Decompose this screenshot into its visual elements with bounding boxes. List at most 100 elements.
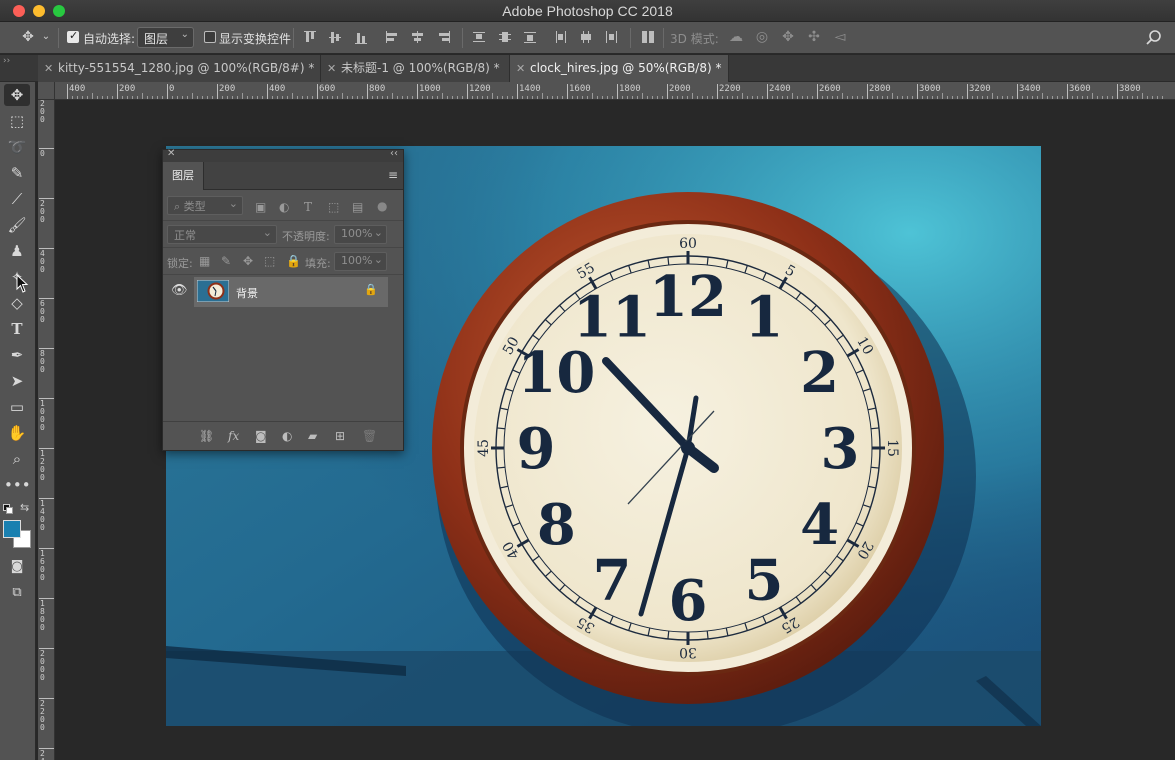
clone-stamp-tool-icon[interactable]: ♟ (4, 240, 30, 262)
collapse-panel-icon[interactable]: ‹‹ (390, 148, 398, 159)
align-left-icon[interactable] (384, 29, 400, 45)
horizontal-ruler[interactable]: 400 200 0 200 400 600 800 1000 1200 1400 1600 1800 2… (55, 82, 1175, 100)
pen-tool-icon[interactable]: ✒ (4, 344, 30, 366)
marquee-tool-icon[interactable]: ⬚ (4, 110, 30, 132)
filter-toggle-icon[interactable]: ● (377, 199, 387, 213)
new-group-icon[interactable]: ▰ (308, 429, 317, 443)
show-transform-checkbox[interactable] (204, 31, 216, 43)
tab-untitled-1[interactable]: ✕ 未标题-1 @ 100%(RGB/8) * (321, 55, 510, 82)
tab-layers[interactable]: 图层 (163, 162, 204, 190)
3d-pan-icon[interactable]: ✥ (779, 28, 797, 46)
screen-mode-icon[interactable]: ⧉ (4, 582, 30, 604)
ruler-minor-tick (532, 96, 533, 99)
tab-kitty[interactable]: ✕ kitty-551554_1280.jpg @ 100%(RGB/8#) * (38, 55, 321, 82)
align-vertical-center-icon[interactable] (327, 29, 343, 45)
shape-layer-filter-icon[interactable]: ⬚ (328, 200, 339, 214)
distribute-left-icon[interactable] (553, 29, 569, 45)
lock-position-icon[interactable]: ✥ (243, 254, 253, 268)
ruler-minor-tick (412, 96, 413, 99)
default-colors-icon[interactable] (3, 504, 13, 514)
close-tab-icon[interactable]: ✕ (44, 55, 53, 82)
hand-tool-icon[interactable]: ✋ (4, 422, 30, 444)
more-tools-icon[interactable]: ••• (4, 474, 31, 496)
quick-selection-tool-icon[interactable]: ✎ (4, 162, 30, 184)
panel-header[interactable]: ✕ ‹‹ (163, 148, 403, 162)
foreground-color-swatch[interactable] (3, 520, 21, 538)
adjustment-layer-icon[interactable]: ◐ (282, 429, 292, 443)
layer-style-icon[interactable]: fx (228, 429, 239, 443)
close-tab-icon[interactable]: ✕ (516, 55, 525, 82)
auto-align-layers-icon[interactable] (640, 29, 656, 45)
move-tool-preset-icon[interactable]: ✥ (18, 28, 38, 46)
ruler-label: 1800 (40, 599, 45, 632)
ruler-minor-tick (1162, 96, 1163, 99)
fill-field[interactable]: 100% ⌄ (334, 252, 387, 271)
type-tool-icon[interactable]: T (4, 318, 30, 340)
vertical-ruler[interactable]: 200 0 200 400 600 800 1000 1200 1400 1600 1800 2000… (38, 100, 55, 760)
align-bottom-icon[interactable] (353, 29, 369, 45)
3d-slide-icon[interactable]: ✣ (805, 28, 823, 46)
lock-all-icon[interactable]: 🔒 (286, 254, 301, 268)
ruler-minor-tick (607, 96, 608, 99)
close-tab-icon[interactable]: ✕ (327, 55, 336, 82)
distribute-bottom-icon[interactable] (522, 29, 538, 45)
eraser-tool-icon[interactable]: ◇ (4, 292, 30, 314)
lock-artboard-icon[interactable]: ⬚ (264, 254, 275, 268)
ruler-minor-tick (312, 96, 313, 99)
type-layer-filter-icon[interactable]: T (304, 200, 312, 214)
layer-row-background[interactable]: 背景 🔒 (194, 277, 388, 307)
brush-tool-icon[interactable]: 🖌 (4, 214, 30, 236)
auto-select-checkbox[interactable] (67, 29, 79, 43)
rectangle-tool-icon[interactable]: ▭ (4, 396, 30, 418)
distribute-right-icon[interactable] (603, 29, 619, 45)
ruler-minor-tick (832, 96, 833, 99)
delete-layer-icon[interactable]: 🗑 (362, 429, 377, 443)
distribute-top-icon[interactable] (471, 29, 487, 45)
move-tool-icon[interactable]: ✥ (4, 84, 30, 106)
3d-scale-icon[interactable]: ◅ (830, 28, 850, 46)
path-selection-tool-icon[interactable]: ➤ (4, 370, 30, 392)
ruler-minor-tick (877, 96, 878, 99)
ruler-minor-tick (757, 96, 758, 99)
lasso-tool-icon[interactable]: ➰ (4, 136, 30, 158)
chevron-down-icon[interactable]: ⌄ (40, 28, 52, 46)
new-layer-icon[interactable]: ⊞ (335, 429, 345, 443)
lock-transparent-pixels-icon[interactable]: ▦ (199, 254, 210, 268)
distribute-horizontal-center-icon[interactable] (578, 29, 594, 45)
pixel-layer-filter-icon[interactable]: ▣ (255, 200, 266, 214)
ruler-tick (1017, 84, 1018, 99)
link-layers-icon[interactable]: ⛓ (199, 429, 214, 443)
distribute-vertical-center-icon[interactable] (497, 29, 513, 45)
panel-expand-icon[interactable]: ›› (3, 56, 10, 66)
3d-roll-icon[interactable]: ◎ (753, 28, 771, 46)
zoom-tool-icon[interactable]: ⌕ (4, 448, 30, 470)
ruler-minor-tick (232, 96, 233, 99)
opacity-field[interactable]: 100% ⌄ (334, 225, 387, 244)
eyedropper-tool-icon[interactable]: ⟋ (4, 188, 30, 210)
quick-mask-icon[interactable]: ◙ (4, 556, 30, 578)
ruler-minor-tick (1052, 96, 1053, 99)
adjustment-layer-filter-icon[interactable]: ◐ (279, 200, 289, 214)
ruler-minor-tick (112, 96, 113, 99)
ruler-minor-tick (672, 96, 673, 99)
align-right-icon[interactable] (435, 29, 451, 45)
clock-numeral: 9 (517, 416, 556, 482)
3d-rotate-icon[interactable]: ☁ (727, 28, 745, 46)
close-panel-icon[interactable]: ✕ (167, 148, 175, 159)
ruler-origin[interactable] (38, 82, 55, 100)
lock-image-pixels-icon[interactable]: ✎ (221, 254, 231, 268)
swap-colors-icon[interactable]: ⇆ (20, 501, 29, 514)
tab-clock-hires[interactable]: ✕ clock_hires.jpg @ 50%(RGB/8) * (510, 55, 729, 82)
align-horizontal-center-icon[interactable] (409, 29, 425, 45)
auto-select-target-dropdown[interactable]: 图层 ⌄ (137, 27, 194, 48)
search-icon[interactable] (1145, 29, 1163, 47)
ruler-label: 200 (119, 84, 136, 94)
smart-object-filter-icon[interactable]: ▤ (352, 200, 363, 214)
visibility-eye-icon[interactable]: 👁 (171, 284, 188, 298)
blend-mode-dropdown[interactable]: 正常 ⌄ (167, 225, 277, 244)
layer-filter-dropdown[interactable]: ⌕ 类型 ⌄ (167, 196, 243, 215)
panel-menu-icon[interactable]: ≡ (388, 169, 398, 181)
ruler-minor-tick (102, 96, 103, 99)
align-top-icon[interactable] (302, 29, 318, 45)
add-mask-icon[interactable]: ◙ (255, 429, 267, 443)
